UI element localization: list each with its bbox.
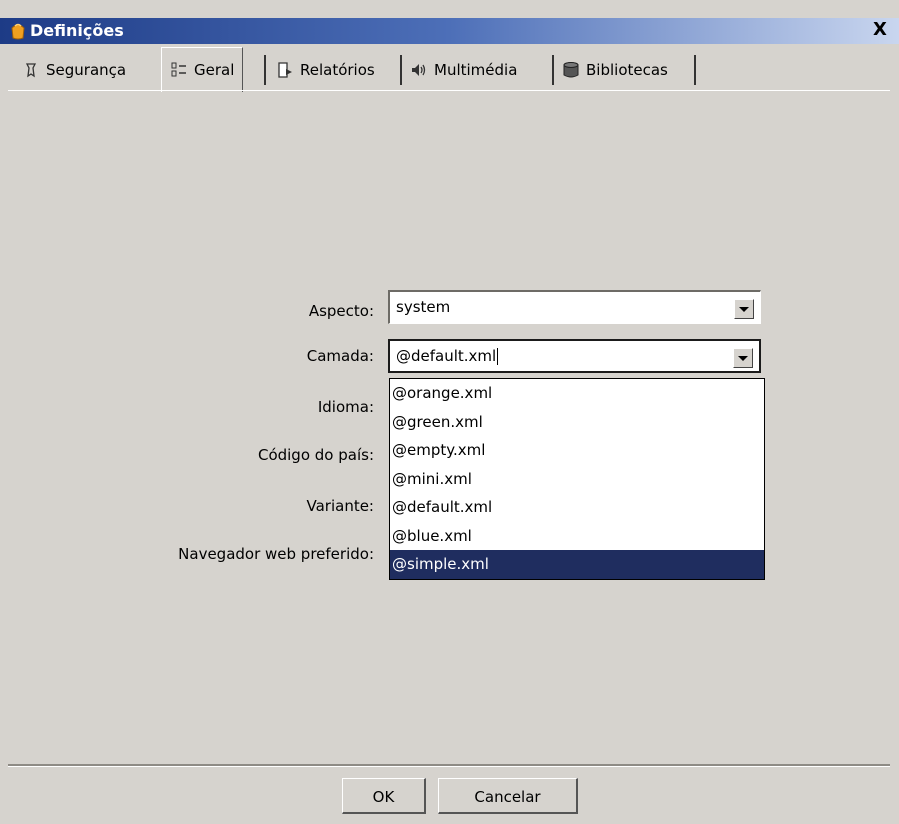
speaker-icon: [412, 64, 426, 76]
tab-seguranca[interactable]: Segurança: [22, 53, 126, 87]
footer-divider-highlight: [8, 766, 890, 767]
app-icon: [11, 23, 25, 40]
ok-button[interactable]: OK: [342, 778, 426, 814]
camada-combo[interactable]: @default.xml: [388, 339, 761, 373]
list-item[interactable]: @orange.xml: [390, 379, 764, 408]
camada-label: Camada:: [306, 347, 374, 365]
security-icon: [25, 63, 37, 78]
text-caret: [497, 348, 499, 365]
aspecto-value: system: [396, 298, 451, 316]
tab-relatorios[interactable]: Relatórios: [276, 53, 375, 87]
tab-bibliotecas[interactable]: Bibliotecas: [562, 53, 668, 87]
reports-icon: [278, 62, 292, 78]
settings-dialog: Definições X Segurança Geral Relatórios …: [0, 0, 899, 824]
tab-separator: [552, 55, 554, 85]
general-settings-icon: [171, 62, 186, 77]
title-bar[interactable]: Definições X: [0, 18, 899, 44]
list-item[interactable]: @empty.xml: [390, 436, 764, 465]
tab-label: Multimédia: [434, 61, 518, 79]
list-item[interactable]: @green.xml: [390, 408, 764, 437]
tab-label: Geral: [194, 61, 235, 79]
variante-label: Variante:: [306, 497, 375, 515]
navegador-label: Navegador web preferido:: [178, 545, 374, 563]
cancel-button[interactable]: Cancelar: [438, 778, 578, 814]
tab-label: Bibliotecas: [586, 61, 668, 79]
tab-separator: [264, 55, 266, 85]
camada-dropdown-list[interactable]: @orange.xml @green.xml @empty.xml @mini.…: [389, 378, 765, 580]
dialog-title: Definições: [30, 21, 124, 40]
list-item[interactable]: @default.xml: [390, 493, 764, 522]
tab-multimedia[interactable]: Multimédia: [410, 53, 517, 87]
chevron-down-icon[interactable]: [734, 299, 754, 319]
list-item[interactable]: @blue.xml: [390, 522, 764, 551]
database-icon: [563, 62, 579, 78]
codigo-pais-label: Código do país:: [257, 446, 374, 464]
chevron-down-icon[interactable]: [733, 348, 753, 368]
aspecto-combo[interactable]: system: [388, 290, 761, 324]
tab-geral[interactable]: Geral: [161, 47, 244, 92]
tab-label: Relatórios: [300, 61, 375, 79]
tab-separator: [400, 55, 402, 85]
aspecto-label: Aspecto:: [308, 302, 374, 320]
tab-label: Segurança: [46, 61, 127, 79]
idioma-label: Idioma:: [317, 398, 374, 416]
camada-value: @default.xml: [396, 347, 499, 365]
list-item[interactable]: @mini.xml: [390, 465, 764, 494]
tab-separator: [694, 55, 696, 85]
close-icon[interactable]: X: [871, 20, 889, 40]
list-item-selected[interactable]: @simple.xml: [390, 550, 764, 579]
